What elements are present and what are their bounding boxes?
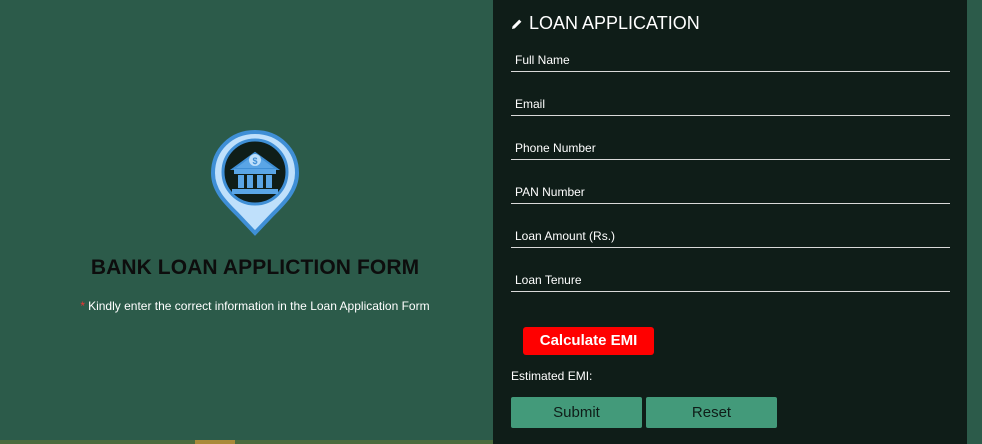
loan-amount-label: Loan Amount (Rs.) <box>515 229 616 243</box>
pan-number-label: PAN Number <box>515 185 585 199</box>
page-title: BANK LOAN APPLICTION FORM <box>90 256 420 279</box>
loan-amount-field[interactable]: Loan Amount (Rs.) <box>511 223 950 248</box>
phone-number-field[interactable]: Phone Number <box>511 135 950 160</box>
full-name-field[interactable]: Full Name <box>511 47 950 72</box>
reset-button[interactable]: Reset <box>646 397 777 428</box>
form-heading: LOAN APPLICATION <box>511 13 700 34</box>
calculate-emi-button[interactable]: Calculate EMI <box>523 327 654 355</box>
loan-tenure-label: Loan Tenure <box>515 273 582 287</box>
email-field[interactable]: Email <box>511 91 950 116</box>
estimated-emi-label: Estimated EMI: <box>511 369 593 383</box>
email-label: Email <box>515 97 546 111</box>
phone-number-label: Phone Number <box>515 141 596 155</box>
pan-number-field[interactable]: PAN Number <box>511 179 950 204</box>
form-heading-label: LOAN APPLICATION <box>529 13 700 33</box>
instructions-label: Kindly enter the correct information in … <box>88 299 430 313</box>
loan-tenure-field[interactable]: Loan Tenure <box>511 267 950 292</box>
required-mark: * <box>80 299 86 313</box>
bottom-decoration <box>0 440 493 444</box>
svg-text:$: $ <box>252 156 257 166</box>
intro-section: $ BANK LOAN APPLICTION FORM * Kindly ente… <box>0 0 493 444</box>
instructions-text: * Kindly enter the correct information in… <box>0 299 510 313</box>
full-name-label: Full Name <box>515 53 570 67</box>
submit-button[interactable]: Submit <box>511 397 642 428</box>
bank-location-pin-icon: $ <box>210 129 300 236</box>
right-margin <box>967 0 982 444</box>
loan-form-panel: LOAN APPLICATION Full Name Email Phone N… <box>493 0 967 444</box>
pencil-icon <box>512 19 522 29</box>
